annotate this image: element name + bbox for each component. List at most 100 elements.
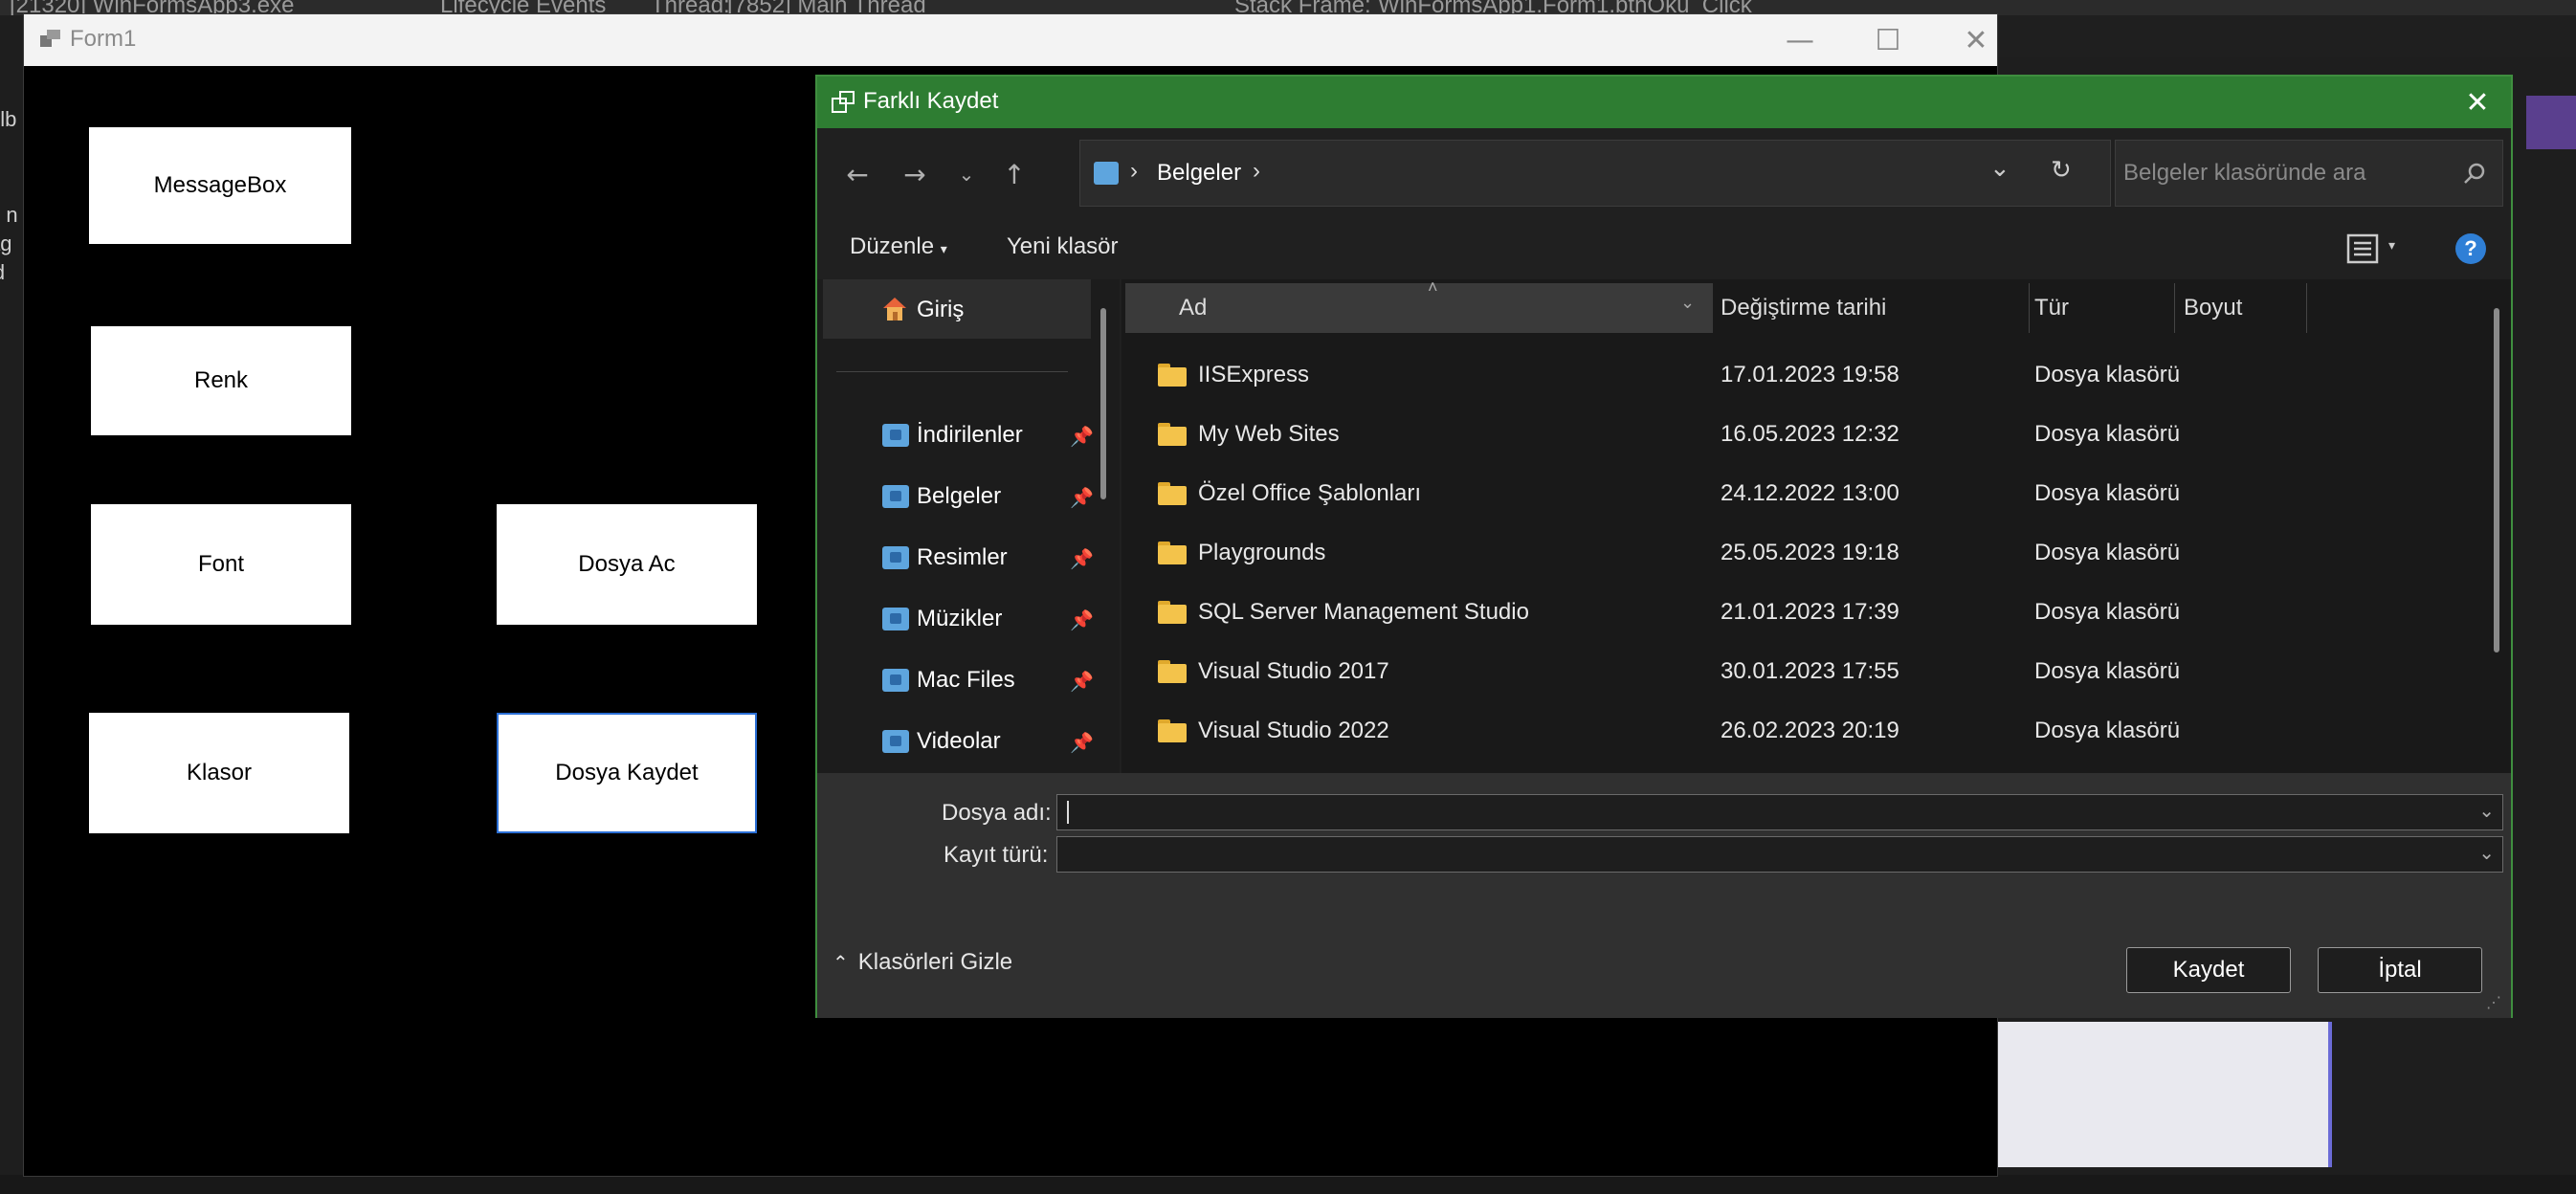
dialog-titlebar[interactable]: Farklı Kaydet ✕ (817, 77, 2511, 128)
recent-locations-chevron-icon[interactable]: ⌄ (945, 153, 988, 195)
name-column-header-bg (1125, 283, 1713, 333)
file-row[interactable]: Visual Studio 2017 30.01.2023 17:55 Dosya … (1121, 643, 2490, 702)
file-list-scrollbar-thumb[interactable] (2494, 308, 2499, 652)
folder-icon (1158, 482, 1187, 505)
filename-field[interactable]: ⌄ (1056, 794, 2503, 830)
view-options-icon[interactable] (2346, 233, 2379, 264)
nav-item-label: Resimler (917, 544, 1008, 570)
pin-icon[interactable]: 📌 (1070, 608, 1094, 632)
file-row[interactable]: SQL Server Management Studio 21.01.2023 1… (1121, 584, 2490, 643)
form-icon (40, 30, 60, 47)
filetype-select[interactable]: ⌄ (1056, 836, 2503, 873)
file-row[interactable]: Özel Office Şablonları 24.12.2022 13:00 Do… (1121, 465, 2490, 524)
column-filter-chevron-icon[interactable]: ⌄ (1680, 293, 1695, 313)
search-box[interactable]: Belgeler klasöründe ara (2115, 140, 2503, 207)
close-button[interactable]: ✕ (1932, 14, 2020, 66)
nav-divider (836, 371, 1068, 372)
column-header-size[interactable]: Boyut (2184, 283, 2242, 333)
column-divider (2174, 283, 2175, 333)
folder-icon (1158, 601, 1187, 624)
file-date: 16.05.2023 12:32 (1721, 421, 1899, 447)
ide-text-fragment: ag (0, 232, 12, 255)
resize-grip-icon[interactable]: ⋰ (2486, 993, 2501, 1012)
refresh-icon[interactable]: ↻ (2051, 156, 2072, 185)
home-icon (880, 295, 909, 323)
dosya-ac-button[interactable]: Dosya Ac (497, 504, 757, 625)
save-button[interactable]: Kaydet (2126, 947, 2291, 993)
filetype-dropdown-chevron-icon[interactable]: ⌄ (2478, 841, 2495, 864)
pin-icon[interactable]: 📌 (1070, 425, 1094, 449)
column-divider (2029, 283, 2030, 333)
pictures-folder-icon (882, 546, 909, 569)
file-row[interactable]: Visual Studio 2022 26.02.2023 20:19 Dosya … (1121, 702, 2490, 762)
nav-item-label: Videolar (917, 728, 1001, 754)
font-button[interactable]: Font (91, 504, 351, 625)
nav-scrollbar[interactable] (1095, 308, 1110, 773)
documents-folder-icon (1094, 162, 1119, 185)
nav-item-mac-files[interactable]: Mac Files 📌 (882, 658, 1094, 702)
file-name: My Web Sites (1198, 421, 1340, 447)
address-bar[interactable]: › Belgeler › ⌄ ↻ (1079, 140, 2111, 207)
help-icon[interactable]: ? (2455, 233, 2486, 264)
file-row[interactable]: Playgrounds 25.05.2023 19:18 Dosya klasörü (1121, 524, 2490, 584)
file-name: Visual Studio 2022 (1198, 718, 1389, 743)
nav-item-videolar[interactable]: Videolar 📌 (882, 719, 1094, 763)
dosya-kaydet-button[interactable]: Dosya Kaydet (497, 713, 757, 833)
column-header-name[interactable]: Ad (1179, 283, 1207, 333)
back-arrow-icon[interactable]: ← (836, 153, 878, 195)
forward-arrow-icon[interactable]: → (894, 153, 936, 195)
sort-ascending-icon: ˄ (1428, 277, 1438, 297)
folder-icon (1158, 423, 1187, 446)
pin-icon[interactable]: 📌 (1070, 670, 1094, 694)
nav-scrollbar-thumb[interactable] (1100, 308, 1106, 499)
pin-icon[interactable]: 📌 (1070, 486, 1094, 510)
nav-item-indirilenler[interactable]: İndirilenler 📌 (882, 413, 1094, 457)
dialog-title: Farklı Kaydet (863, 88, 999, 114)
ide-text-fragment: e n (0, 203, 18, 227)
messagebox-button[interactable]: MessageBox (89, 127, 351, 244)
organize-menu-button[interactable]: Düzenle ▾ (850, 233, 947, 260)
file-date: 17.01.2023 19:58 (1721, 362, 1899, 387)
nav-item-home[interactable]: Giriş (917, 297, 964, 323)
breadcrumb-documents[interactable]: Belgeler (1157, 160, 1241, 187)
file-row[interactable]: IISExpress 17.01.2023 19:58 Dosya klasörü (1121, 346, 2490, 406)
minimize-button[interactable]: — (1756, 14, 1844, 66)
address-dropdown-chevron-icon[interactable]: ⌄ (1989, 154, 2010, 183)
ide-properties-panel (1998, 1022, 2332, 1167)
new-folder-button[interactable]: Yeni klasör (1007, 233, 1119, 260)
file-type: Dosya klasörü (2034, 718, 2181, 743)
column-header-type[interactable]: Tür (2034, 283, 2069, 333)
nav-item-label: Müzikler (917, 606, 1003, 631)
breadcrumb-chevron-icon[interactable]: › (1253, 158, 1260, 185)
ide-text-fragment: olb (0, 107, 17, 131)
ide-status-bar (0, 1175, 2576, 1194)
view-dropdown-chevron-icon[interactable]: ▾ (2388, 237, 2395, 254)
search-icon[interactable] (2462, 162, 2487, 187)
save-as-dialog: Farklı Kaydet ✕ ← → ⌄ ↑ › Belgeler › ⌄ ↻… (815, 75, 2513, 1018)
pin-icon[interactable]: 📌 (1070, 731, 1094, 755)
search-input[interactable]: Belgeler klasöründe ara (2123, 160, 2366, 187)
file-type: Dosya klasörü (2034, 540, 2181, 565)
nav-item-label: Mac Files (917, 667, 1015, 693)
nav-item-label: Belgeler (917, 483, 1002, 509)
file-name: Visual Studio 2017 (1198, 658, 1389, 684)
nav-item-belgeler[interactable]: Belgeler 📌 (882, 475, 1094, 519)
pin-icon[interactable]: 📌 (1070, 547, 1094, 571)
renk-button[interactable]: Renk (91, 326, 351, 435)
dialog-close-button[interactable]: ✕ (2444, 77, 2511, 128)
file-row[interactable]: My Web Sites 16.05.2023 12:32 Dosya klasör… (1121, 406, 2490, 465)
nav-item-muzikler[interactable]: Müzikler 📌 (882, 597, 1094, 641)
folder-icon (1158, 719, 1187, 742)
file-list-scrollbar[interactable] (2488, 308, 2505, 773)
dialog-icon (832, 91, 855, 113)
column-header-date[interactable]: Değiştirme tarihi (1721, 283, 1886, 333)
maximize-button[interactable]: ☐ (1844, 14, 1932, 66)
klasor-button[interactable]: Klasor (89, 713, 349, 833)
ide-left-panel: olb e n ag ld (0, 15, 24, 1194)
nav-item-resimler[interactable]: Resimler 📌 (882, 536, 1094, 580)
cancel-button[interactable]: İptal (2318, 947, 2482, 993)
up-arrow-icon[interactable]: ↑ (993, 153, 1035, 195)
filename-dropdown-chevron-icon[interactable]: ⌄ (2478, 799, 2495, 822)
hide-folders-toggle[interactable]: ⌃ Klasörleri Gizle (833, 949, 1012, 976)
form1-titlebar[interactable]: Form1 — ☐ ✕ (24, 14, 1997, 66)
